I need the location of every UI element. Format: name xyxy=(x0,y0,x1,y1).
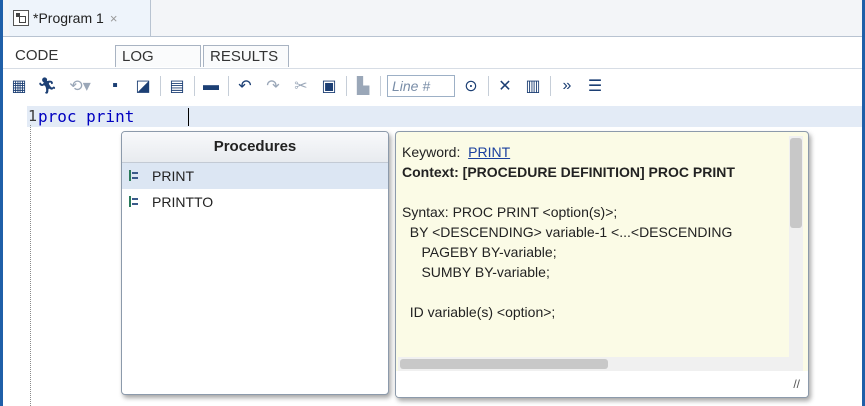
list-item[interactable]: PRINTTO xyxy=(122,189,388,215)
autocomplete-header: Procedures xyxy=(122,132,388,163)
submit-icon[interactable]: » xyxy=(557,76,577,96)
code-toolbar: ▦ 🏃︎ ⟲▾ ▪ ◪ ▤ ▬ ↶ ↷ ✂ ▣ ▙ Line # ⊙ ✕ ▥ »… xyxy=(3,68,862,103)
copy-icon[interactable]: ▙ xyxy=(353,76,373,96)
print-icon[interactable]: ▬ xyxy=(201,76,221,96)
procedure-icon xyxy=(128,196,140,208)
id-line: ID variable(s) <option>; xyxy=(402,304,556,320)
history-icon[interactable]: ⟲▾ xyxy=(65,76,95,96)
by-line: BY <DESCENDING> variable-1 <...<DESCENDI… xyxy=(402,224,733,240)
toolbar-separator xyxy=(380,76,381,96)
sumby-line: SUMBY BY-variable; xyxy=(402,264,550,280)
clear-icon[interactable]: ✕ xyxy=(495,76,515,96)
tab-program-1[interactable]: *Program 1 × xyxy=(9,0,151,36)
export-icon[interactable]: ▤ xyxy=(167,76,187,96)
cut-icon[interactable]: ✂ xyxy=(291,76,311,96)
program-icon xyxy=(13,10,29,26)
line-number-input[interactable]: Line # xyxy=(387,75,455,97)
document-tab-strip: *Program 1 × xyxy=(3,0,862,37)
resize-grip-icon[interactable]: // xyxy=(793,377,800,391)
text-caret xyxy=(188,108,189,126)
toolbar-separator xyxy=(194,76,195,96)
toolbar-separator xyxy=(228,76,229,96)
keyword-link[interactable]: PRINT xyxy=(468,144,510,160)
fold-guide xyxy=(30,125,31,406)
run-selected-icon[interactable]: 🏃︎ xyxy=(37,76,57,96)
horizontal-scrollbar[interactable] xyxy=(398,357,792,371)
tab-log[interactable]: LOG xyxy=(115,45,201,67)
syntax-help-popup: Keyword: PRINT Context: [PROCEDURE DEFIN… xyxy=(395,131,809,398)
toolbar-separator xyxy=(160,76,161,96)
code-line[interactable]: proc print xyxy=(38,106,134,127)
save-icon[interactable]: ▪ xyxy=(105,76,125,96)
list-item-label: PRINT xyxy=(152,168,194,184)
toolbar-separator xyxy=(488,76,489,96)
syntax-line: Syntax: PROC PRINT <option(s)>; xyxy=(402,204,618,220)
pageby-line: PAGEBY BY-variable; xyxy=(402,244,557,260)
more-icon[interactable]: ☰ xyxy=(585,76,605,96)
tab-title: *Program 1 xyxy=(33,10,104,26)
vertical-scrollbar[interactable] xyxy=(789,136,803,372)
syntax-help-text: Keyword: PRINT Context: [PROCEDURE DEFIN… xyxy=(402,142,786,372)
autocomplete-list: Procedures PRINT PRINTTO xyxy=(121,131,389,395)
tab-results[interactable]: RESULTS xyxy=(203,45,289,67)
save-as-icon[interactable]: ◪ xyxy=(133,76,153,96)
paste-icon[interactable]: ▣ xyxy=(319,76,339,96)
procedure-icon xyxy=(128,170,140,182)
list-item[interactable]: PRINT xyxy=(122,163,388,189)
toolbar-separator xyxy=(550,76,551,96)
run-icon[interactable]: ▦ xyxy=(9,76,29,96)
popup-footer: // xyxy=(396,371,808,397)
line-number: 1 xyxy=(28,107,38,125)
tab-code[interactable]: CODE xyxy=(9,45,64,67)
view-tabs: CODE LOG RESULTS xyxy=(3,37,862,68)
redo-icon[interactable]: ↷ xyxy=(263,76,283,96)
list-item-label: PRINTTO xyxy=(152,194,214,210)
toolbar-separator xyxy=(346,76,347,96)
line-gutter xyxy=(3,103,27,406)
scroll-thumb[interactable] xyxy=(400,359,608,369)
close-icon[interactable]: × xyxy=(110,11,118,26)
undo-icon[interactable]: ↶ xyxy=(235,76,255,96)
keyword-label: Keyword: xyxy=(402,144,461,160)
format-icon[interactable]: ▥ xyxy=(523,76,543,96)
context-line: Context: [PROCEDURE DEFINITION] PROC PRI… xyxy=(402,164,735,180)
scroll-thumb[interactable] xyxy=(790,138,802,228)
goto-line-icon[interactable]: ⊙ xyxy=(461,76,481,96)
